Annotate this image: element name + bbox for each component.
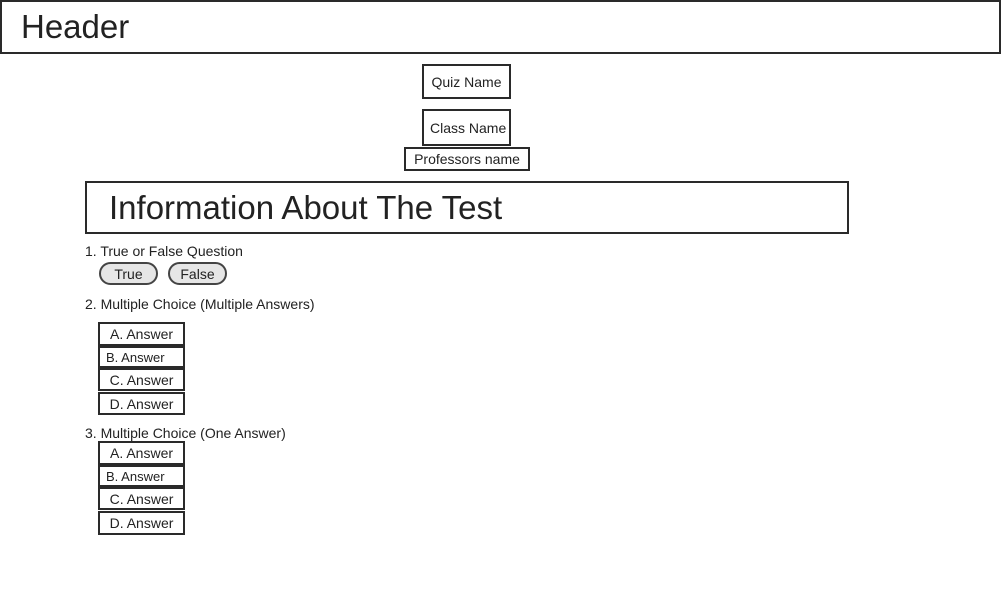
class-name-box: Class Name: [422, 109, 511, 146]
question-2-label: 2. Multiple Choice (Multiple Answers): [85, 296, 315, 312]
q2-answer-d[interactable]: D. Answer: [98, 392, 185, 415]
q2-answer-a[interactable]: A. Answer: [98, 322, 185, 346]
false-button[interactable]: False: [168, 262, 227, 285]
true-button[interactable]: True: [99, 262, 158, 285]
quiz-page: Header Quiz Name Class Name Professors n…: [0, 0, 1001, 600]
q3-answer-b[interactable]: B. Answer: [98, 465, 185, 487]
q3-answer-d[interactable]: D. Answer: [98, 511, 185, 535]
question-1-label: 1. True or False Question: [85, 243, 243, 259]
q3-answer-a[interactable]: A. Answer: [98, 441, 185, 465]
quiz-name-box: Quiz Name: [422, 64, 511, 99]
page-header: Header: [0, 0, 1001, 54]
q2-answer-c[interactable]: C. Answer: [98, 368, 185, 391]
q3-answer-c[interactable]: C. Answer: [98, 487, 185, 510]
professor-name-box: Professors name: [404, 147, 530, 171]
q2-answer-b[interactable]: B. Answer: [98, 346, 185, 368]
question-3-label: 3. Multiple Choice (One Answer): [85, 425, 286, 441]
test-information-title: Information About The Test: [85, 181, 849, 234]
